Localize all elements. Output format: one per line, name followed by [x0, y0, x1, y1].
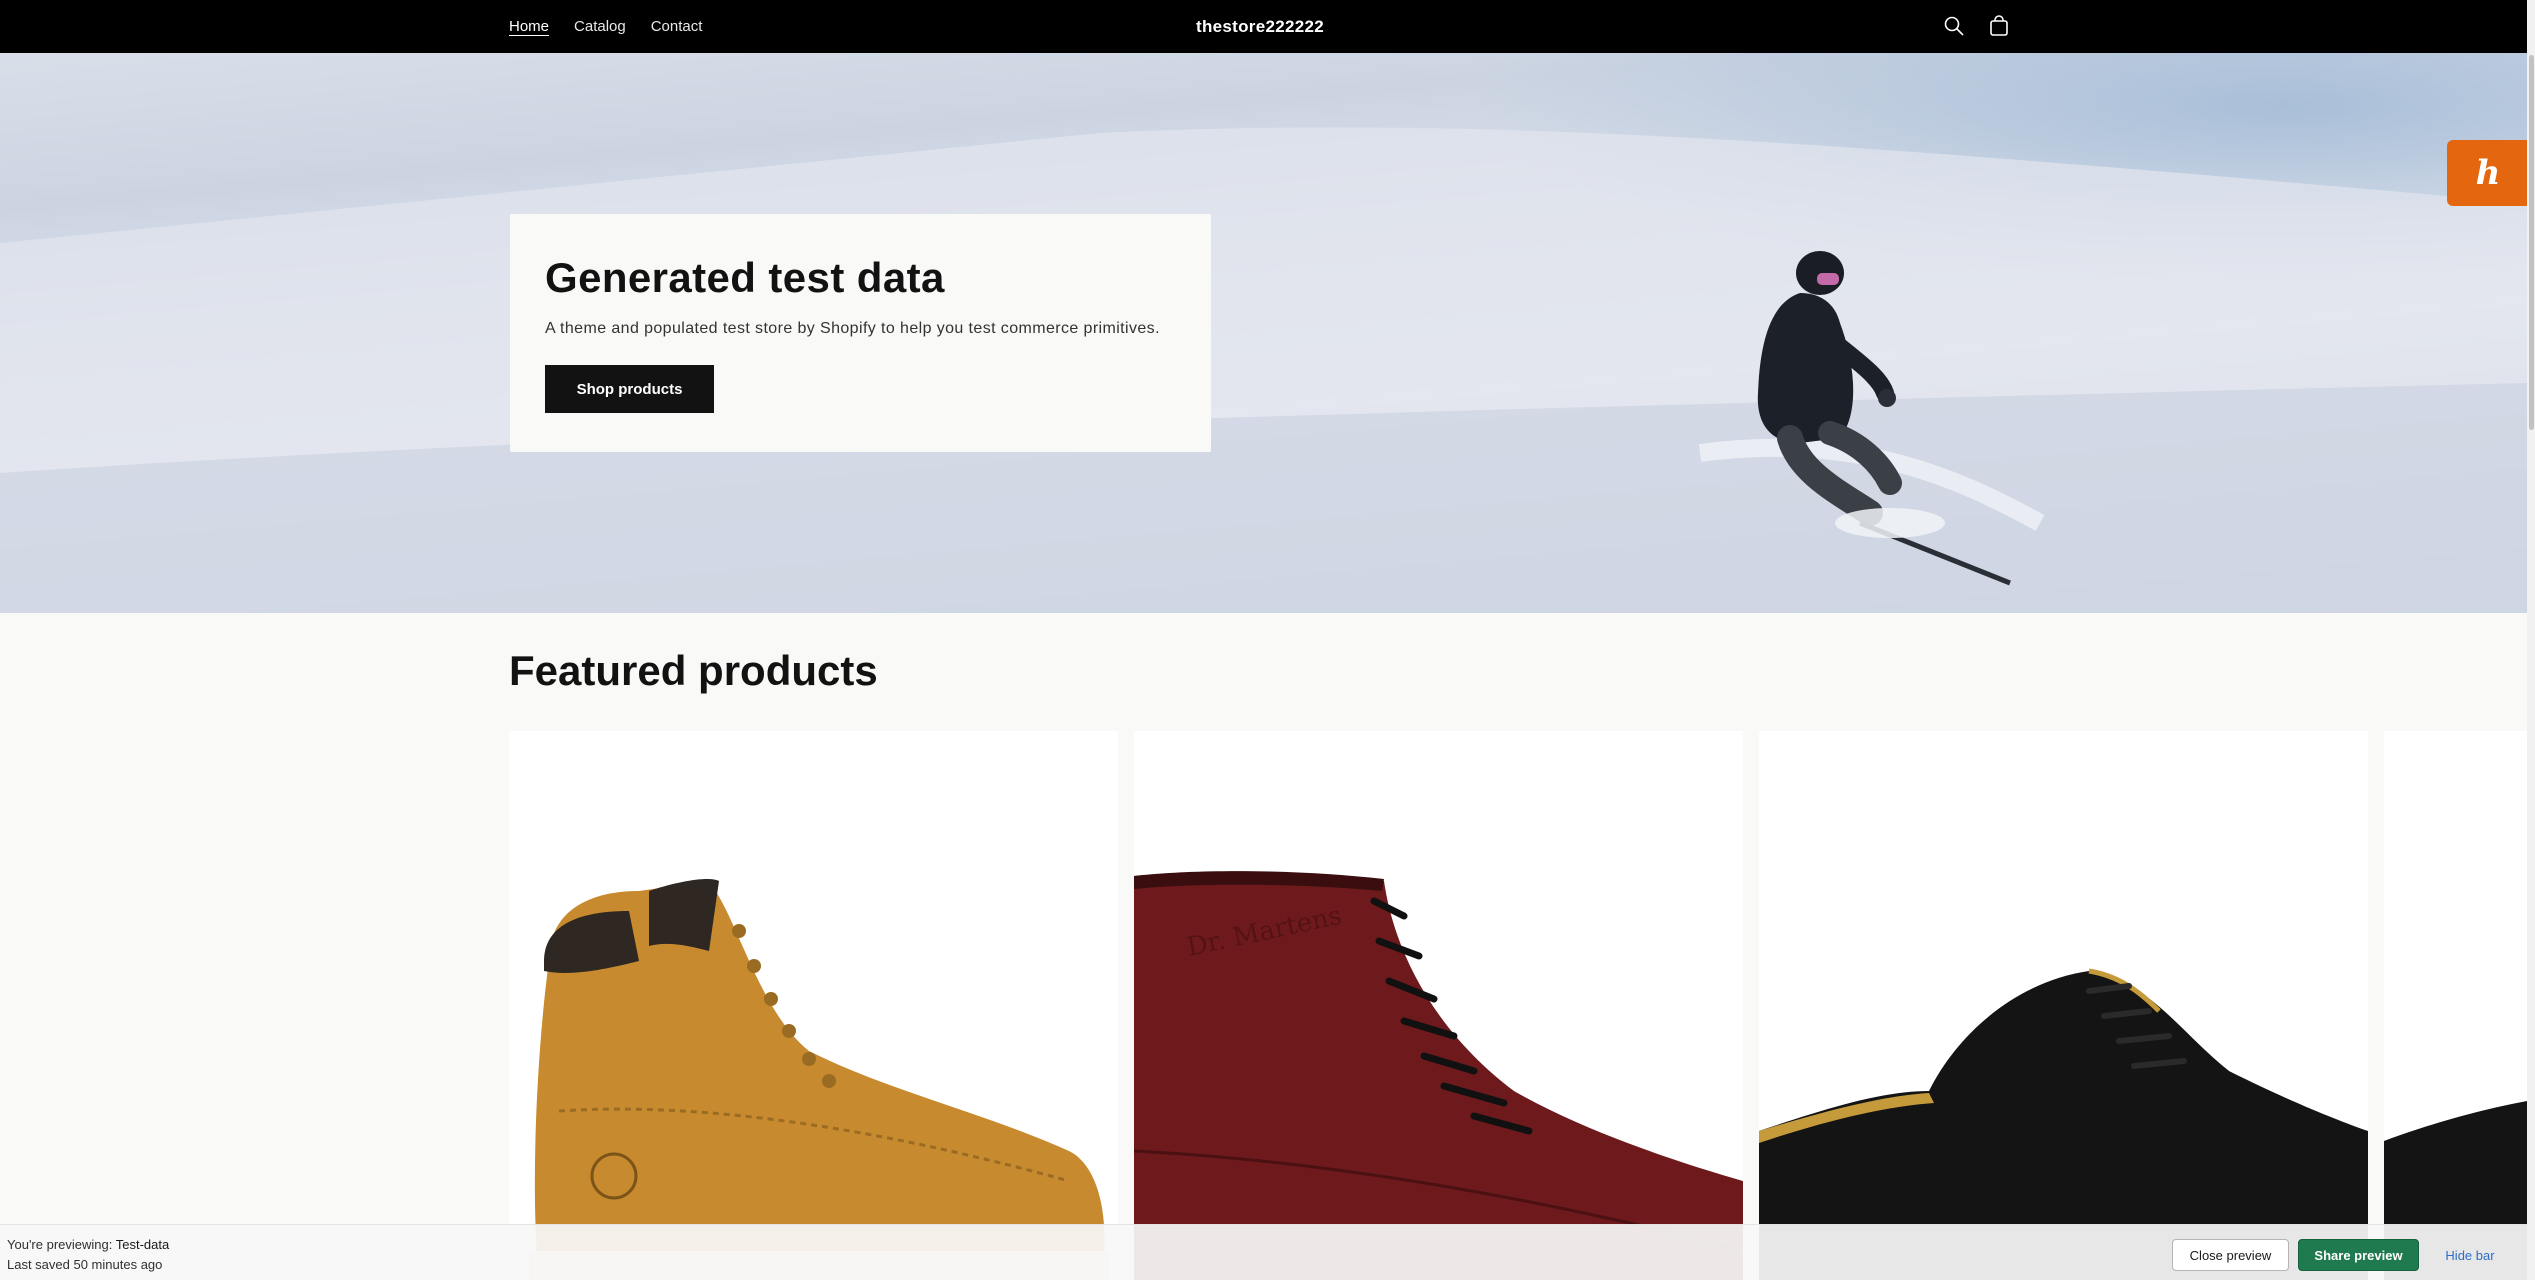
hero-banner: Generated test data A theme and populate…	[0, 53, 2527, 613]
black-shoe-partial-image	[2384, 1101, 2527, 1280]
preview-bar: You're previewing: Test-data Last saved …	[0, 1224, 2527, 1280]
nav-link-catalog[interactable]: Catalog	[574, 18, 626, 35]
close-preview-button[interactable]: Close preview	[2172, 1239, 2289, 1271]
store-logo[interactable]: thestore222222	[1196, 0, 1324, 53]
featured-products-title: Featured products	[509, 647, 878, 694]
product-card[interactable]	[509, 731, 1118, 1280]
hero-subtitle: A theme and populated test store by Shop…	[545, 320, 1160, 337]
theme-name: Test-data	[115, 1237, 170, 1252]
site-header: Home Catalog Contact thestore222222	[0, 0, 2535, 53]
app-badge-icon[interactable]: h	[2447, 140, 2529, 206]
hero-title: Generated test data	[545, 254, 945, 301]
snow-slope-image	[0, 127, 2527, 613]
main-nav: Home Catalog Contact	[509, 0, 702, 53]
black-leather-shoe-image	[1759, 968, 2368, 1280]
tan-work-boot-image	[529, 879, 1109, 1280]
product-card[interactable]: Dr. Martens	[1134, 731, 1743, 1280]
nav-link-contact[interactable]: Contact	[651, 18, 703, 35]
hide-bar-button[interactable]: Hide bar	[2430, 1239, 2510, 1271]
last-saved-text: Last saved 50 minutes ago	[7, 1257, 163, 1272]
previewing-label: You're previewing:	[7, 1237, 113, 1252]
snowboarder-image	[1757, 251, 2011, 586]
share-preview-button[interactable]: Share preview	[2298, 1239, 2419, 1271]
hero-text-card: Generated test data A theme and populate…	[510, 214, 1211, 452]
cart-icon[interactable]	[1983, 10, 2015, 42]
oxblood-leather-boot-image: Dr. Martens	[1134, 871, 1743, 1280]
search-icon[interactable]	[1938, 10, 1970, 42]
scrollbar-thumb[interactable]	[2529, 55, 2534, 430]
nav-link-home[interactable]: Home	[509, 18, 549, 35]
shop-products-button[interactable]: Shop products	[545, 365, 714, 413]
product-card[interactable]	[1759, 731, 2368, 1280]
product-card[interactable]	[2384, 731, 2527, 1280]
preview-status: You're previewing: Test-data	[7, 1237, 169, 1252]
